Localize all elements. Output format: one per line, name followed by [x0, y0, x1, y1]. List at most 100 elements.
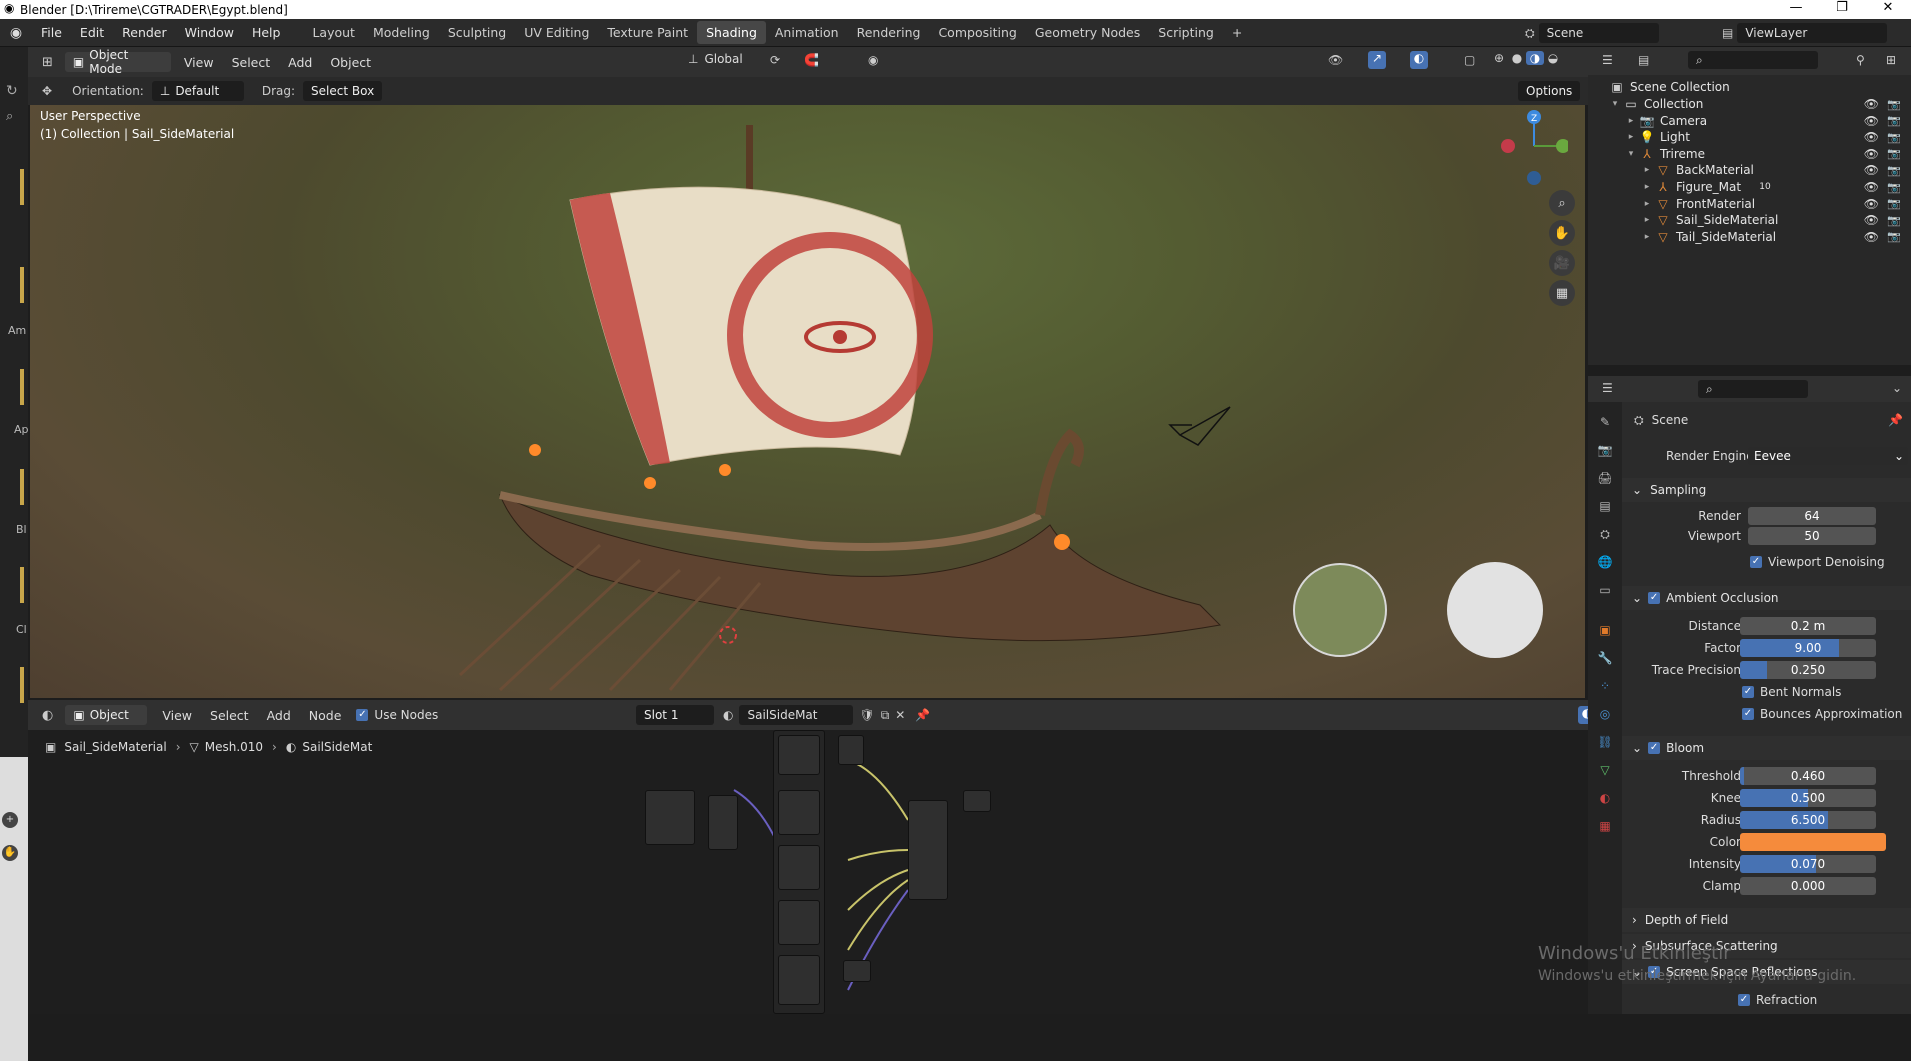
gizmo-neg-z-icon[interactable] — [1527, 171, 1541, 185]
minimize-button[interactable]: — — [1773, 0, 1819, 15]
ambient-occlusion-panel[interactable]: ⌄ ✓ Ambient Occlusion — [1622, 586, 1911, 610]
eye-icon[interactable]: 👁 — [1864, 163, 1879, 177]
wireframe-shading-icon[interactable]: ⊕ — [1490, 51, 1508, 65]
options-dropdown[interactable]: Options — [1518, 81, 1581, 101]
scene-field[interactable]: Scene — [1538, 23, 1659, 43]
node-menu-select[interactable]: Select — [201, 708, 258, 723]
physics-tab-icon[interactable]: ◎ — [1597, 706, 1613, 722]
scene-tab-icon[interactable]: ⛭ — [1597, 526, 1613, 542]
tab-rendering[interactable]: Rendering — [848, 21, 930, 44]
shader-node[interactable] — [778, 900, 820, 945]
gizmo-toggle-icon[interactable]: ↗ — [1368, 51, 1386, 69]
blender-menu-icon[interactable]: ◉ — [0, 25, 32, 41]
gizmo-y-icon[interactable] — [1556, 139, 1568, 153]
node-menu-view[interactable]: View — [153, 708, 201, 723]
outliner-editor-icon[interactable]: ☰ — [1602, 53, 1613, 67]
chevron-right-icon[interactable]: ▸ — [1640, 213, 1654, 227]
sampling-panel[interactable]: ⌄ Sampling — [1622, 478, 1911, 502]
chevron-right-icon[interactable]: ▾ — [1608, 97, 1622, 111]
select-tool-icon[interactable]: ↻ — [6, 83, 18, 99]
pivot-icon[interactable]: ⟳ — [770, 53, 780, 67]
mode-dropdown[interactable]: ▣ Object Mode — [64, 48, 171, 76]
navigation-gizmo[interactable]: Z — [1500, 104, 1568, 194]
new-collection-icon[interactable]: ⊞ — [1886, 53, 1896, 67]
fake-user-icon[interactable]: 🛡 — [859, 708, 874, 722]
checkbox-icon[interactable]: ✓ — [1742, 708, 1754, 720]
constraints-tab-icon[interactable]: ⛓ — [1597, 734, 1613, 750]
menu-edit[interactable]: Edit — [71, 25, 113, 40]
tab-shading[interactable]: Shading — [697, 21, 766, 44]
bloom-enable-checkbox[interactable]: ✓ — [1648, 742, 1661, 754]
node-menu-add[interactable]: Add — [258, 708, 300, 723]
modifier-tab-icon[interactable]: 🔧 — [1597, 650, 1613, 666]
tab-scripting[interactable]: Scripting — [1149, 21, 1223, 44]
render-camera-icon[interactable]: 📷 — [1887, 230, 1901, 243]
tab-[interactable]: + — [1223, 21, 1251, 44]
tab-compositing[interactable]: Compositing — [929, 21, 1025, 44]
chevron-right-icon[interactable]: ▸ — [1640, 163, 1654, 177]
tab-sculpting[interactable]: Sculpting — [439, 21, 515, 44]
collection-tab-icon[interactable]: ▭ — [1597, 582, 1613, 598]
chevron-right-icon[interactable]: ▾ — [1624, 147, 1638, 161]
checkbox-icon[interactable]: ✓ — [1738, 994, 1750, 1006]
breadcrumb-material[interactable]: SailSideMat — [302, 740, 372, 754]
viewport-menu-object[interactable]: Object — [321, 55, 380, 70]
render-camera-icon[interactable]: 📷 — [1887, 164, 1901, 177]
3d-viewport[interactable] — [30, 105, 1585, 698]
chevron-right-icon[interactable]: ▸ — [1624, 114, 1638, 128]
shader-node[interactable] — [838, 735, 864, 765]
bloom-radius-slider[interactable]: 6.500 — [1740, 811, 1876, 829]
filter-icon[interactable]: ⚲ — [1856, 53, 1865, 67]
proportional-icon[interactable]: ◉ — [868, 53, 878, 67]
chevron-right-icon[interactable]: ▸ — [1640, 180, 1654, 194]
scene-selector[interactable]: ⛭ Scene — [1525, 23, 1659, 43]
tab-modeling[interactable]: Modeling — [364, 21, 439, 44]
depth-of-field-panel[interactable]: › Depth of Field — [1622, 908, 1911, 932]
shader-node[interactable] — [778, 790, 820, 835]
ao-trace-precision-slider[interactable]: 0.250 — [1740, 661, 1876, 679]
hand-icon[interactable]: ✋ — [2, 845, 18, 861]
output-tab-icon[interactable]: 🖨 — [1597, 470, 1613, 486]
shader-node-editor[interactable] — [28, 730, 1588, 1014]
menu-help[interactable]: Help — [243, 25, 290, 40]
particles-tab-icon[interactable]: ⁘ — [1597, 678, 1613, 694]
chevron-down-icon[interactable]: ⌄ — [1892, 381, 1902, 395]
outliner-search-input[interactable]: ⌕ — [1688, 51, 1818, 69]
pin-icon[interactable]: 📌 — [915, 708, 930, 722]
menu-window[interactable]: Window — [176, 25, 243, 40]
pan-hand-icon[interactable]: ✋ — [1549, 220, 1575, 246]
add-icon[interactable]: + — [2, 812, 18, 828]
material-selector[interactable]: ◐ SailSideMat 🛡 ⧉ ✕ 📌 — [723, 705, 930, 725]
chevron-right-icon[interactable]: ▸ — [1640, 197, 1654, 211]
transform-orientation[interactable]: ⊥ Global — [688, 52, 743, 66]
viewport-samples-field[interactable]: 50 — [1748, 527, 1876, 545]
eye-icon[interactable]: 👁 — [1864, 97, 1879, 111]
breadcrumb-object[interactable]: Sail_SideMaterial — [64, 740, 166, 754]
drag-dropdown[interactable]: Select Box — [303, 81, 383, 101]
shader-node[interactable] — [778, 955, 820, 1005]
editor-type-icon[interactable]: ⊞ — [42, 55, 53, 70]
eye-icon[interactable]: 👁 — [1864, 230, 1879, 244]
overlay-toggle-icon[interactable]: ◐ — [1410, 51, 1428, 69]
view-layer-tab-icon[interactable]: ▤ — [1597, 498, 1613, 514]
properties-search-input[interactable]: ⌕ — [1698, 380, 1808, 398]
texture-tab-icon[interactable]: ▦ — [1597, 818, 1613, 834]
bloom-knee-slider[interactable]: 0.500 — [1740, 789, 1876, 807]
bloom-threshold-slider[interactable]: 0.460 — [1740, 767, 1876, 785]
zoom-icon[interactable]: ⌕ — [1549, 190, 1575, 216]
bloom-intensity-slider[interactable]: 0.070 — [1740, 855, 1876, 873]
menu-render[interactable]: Render — [113, 25, 176, 40]
eye-icon[interactable]: 👁 — [1864, 130, 1879, 144]
solid-shading-icon[interactable]: ● — [1508, 51, 1526, 65]
render-engine-dropdown[interactable]: Eevee ⌄ — [1748, 447, 1908, 465]
checkbox-icon[interactable]: ✓ — [1742, 686, 1754, 698]
render-camera-icon[interactable]: 📷 — [1887, 147, 1901, 160]
camera-view-icon[interactable]: 🎥 — [1549, 250, 1575, 276]
bloom-panel[interactable]: ⌄ ✓ Bloom — [1622, 736, 1911, 760]
pin-icon[interactable]: 📌 — [1888, 413, 1903, 427]
shader-node[interactable] — [645, 790, 695, 845]
rendered-shading-icon[interactable]: ◒ — [1544, 51, 1562, 65]
use-nodes-checkbox[interactable]: ✓ — [356, 709, 369, 721]
render-camera-icon[interactable]: 📷 — [1887, 197, 1901, 210]
unlink-icon[interactable]: ✕ — [895, 708, 905, 722]
